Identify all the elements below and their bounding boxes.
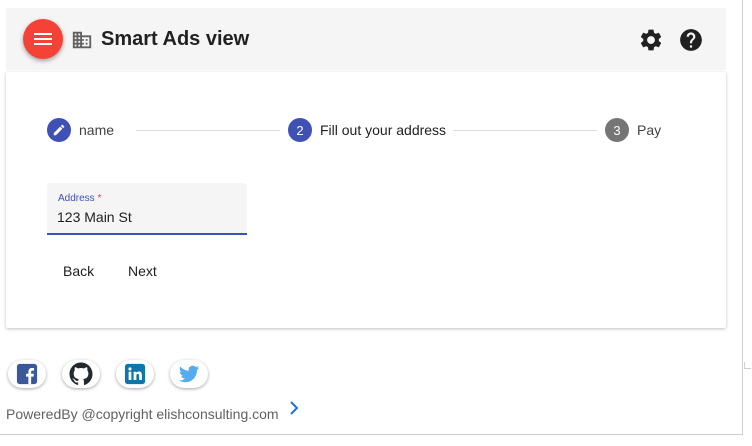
menu-button[interactable]: [23, 19, 63, 59]
stepper-card: name 2 Fill out your address 3 Pay Addre…: [6, 72, 726, 328]
pencil-icon: [53, 124, 65, 136]
facebook-icon: [16, 363, 38, 385]
building-icon: [72, 31, 92, 49]
app-toolbar: Smart Ads view: [6, 8, 726, 70]
page-title: Smart Ads view: [101, 28, 250, 50]
linkedin-button[interactable]: [116, 360, 154, 388]
github-icon: [69, 362, 93, 385]
step-indicator: 3: [605, 118, 629, 142]
address-field-label: Address *: [58, 193, 101, 204]
step-address[interactable]: 2 Fill out your address: [288, 118, 446, 142]
hamburger-menu-icon: [34, 33, 52, 45]
twitter-icon: [178, 365, 200, 383]
step-connector: [453, 130, 597, 131]
twitter-button[interactable]: [170, 360, 208, 388]
gear-icon: [640, 29, 662, 51]
back-button[interactable]: Back: [53, 257, 104, 285]
step-indicator: 2: [288, 118, 312, 142]
required-mark: *: [97, 193, 102, 204]
linkedin-icon: [124, 363, 146, 385]
step-pay[interactable]: 3 Pay: [605, 118, 661, 142]
address-field: Address *: [47, 183, 247, 235]
facebook-button[interactable]: [8, 360, 46, 388]
step-name[interactable]: name: [47, 118, 114, 142]
step-label: Fill out your address: [320, 122, 447, 138]
next-button[interactable]: Next: [118, 257, 167, 285]
footer-credit: PoweredBy @copyright elishconsulting.com: [6, 406, 279, 422]
address-input[interactable]: [57, 207, 237, 227]
help-circle-icon: [680, 29, 702, 51]
step-label: name: [79, 122, 115, 138]
settings-button[interactable]: [638, 27, 664, 53]
scrollbar-corner: [744, 362, 751, 369]
address-label-text: Address: [58, 193, 95, 204]
step-indicator: [47, 118, 71, 142]
footer-expand-button[interactable]: [286, 399, 302, 417]
github-button[interactable]: [62, 360, 100, 388]
step-label: Pay: [637, 122, 662, 138]
help-button[interactable]: [678, 27, 704, 53]
chevron-right-icon: [290, 401, 299, 415]
step-connector: [136, 130, 280, 131]
